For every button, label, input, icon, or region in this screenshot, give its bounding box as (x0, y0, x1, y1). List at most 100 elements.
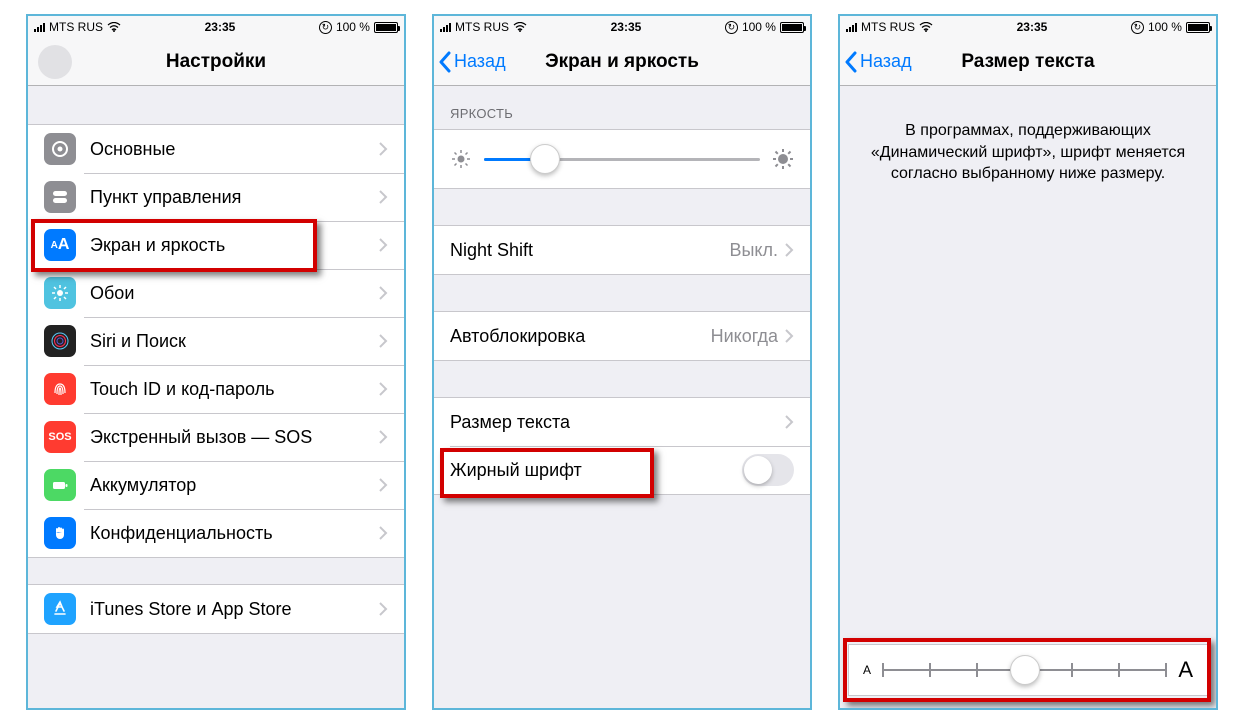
row-value: Никогда (711, 326, 778, 347)
chevron-right-icon (378, 285, 388, 301)
battery-percent: 100 % (742, 20, 776, 34)
large-a-icon: A (1178, 657, 1193, 683)
chevron-right-icon (784, 414, 794, 430)
chevron-right-icon (378, 429, 388, 445)
navbar: Назад Размер текста (840, 38, 1216, 86)
orientation-lock-icon: ↻ (1131, 21, 1144, 34)
page-title: Экран и яркость (545, 51, 699, 73)
row-label: Экран и яркость (90, 235, 378, 256)
orientation-lock-icon: ↻ (319, 21, 332, 34)
display-settings-content[interactable]: ЯРКОСТЬ Night Shift Выкл. Автоб (434, 86, 810, 495)
carrier-label: MTS RUS (455, 20, 509, 34)
row-label: Обои (90, 283, 378, 304)
chevron-right-icon (378, 189, 388, 205)
row-label: Аккумулятор (90, 475, 378, 496)
navbar: Назад Экран и яркость (434, 38, 810, 86)
settings-list[interactable]: Основные Пункт управления AA Экран и ярк… (28, 86, 404, 634)
row-label: Touch ID и код-пароль (90, 379, 378, 400)
row-text-size[interactable]: Размер текста (434, 398, 810, 446)
sos-icon: SOS (44, 421, 76, 453)
fingerprint-icon (44, 373, 76, 405)
row-label: Жирный шрифт (450, 460, 742, 481)
phone-display-brightness: MTS RUS 23:35 ↻ 100 % Назад Экран и ярко… (432, 14, 812, 710)
signal-icon (440, 22, 451, 32)
row-label: Night Shift (450, 240, 729, 261)
row-label: Автоблокировка (450, 326, 711, 347)
chevron-right-icon (378, 601, 388, 617)
profile-avatar[interactable] (38, 45, 72, 79)
text-size-slider[interactable] (883, 669, 1166, 671)
clock-label: 23:35 (611, 20, 642, 34)
page-title: Настройки (166, 51, 266, 73)
battery-icon (44, 469, 76, 501)
orientation-lock-icon: ↻ (725, 21, 738, 34)
row-display-brightness[interactable]: AA Экран и яркость (28, 221, 404, 269)
sun-max-icon (772, 148, 794, 170)
battery-percent: 100 % (1148, 20, 1182, 34)
battery-icon (780, 22, 804, 33)
row-auto-lock[interactable]: Автоблокировка Никогда (434, 312, 810, 360)
battery-icon (1186, 22, 1210, 33)
row-label: Экстренный вызов — SOS (90, 427, 378, 448)
row-control-center[interactable]: Пункт управления (28, 173, 404, 221)
row-wallpaper[interactable]: Обои (28, 269, 404, 317)
wifi-icon (513, 22, 527, 32)
battery-percent: 100 % (336, 20, 370, 34)
row-itunes-appstore[interactable]: iTunes Store и App Store (28, 585, 404, 633)
flower-icon (44, 277, 76, 309)
row-privacy[interactable]: Конфиденциальность (28, 509, 404, 557)
battery-icon (374, 22, 398, 33)
signal-icon (34, 22, 45, 32)
chevron-right-icon (378, 141, 388, 157)
text-size-aa-icon: AA (44, 229, 76, 261)
sun-min-icon (450, 148, 472, 170)
phone-text-size: MTS RUS 23:35 ↻ 100 % Назад Размер текст… (838, 14, 1218, 710)
clock-label: 23:35 (1017, 20, 1048, 34)
back-button[interactable]: Назад (844, 38, 912, 85)
chevron-right-icon (378, 237, 388, 253)
back-label: Назад (860, 51, 912, 72)
chevron-right-icon (784, 328, 794, 344)
text-size-slider-container: A A (848, 644, 1208, 696)
siri-icon (44, 325, 76, 357)
row-label: Пункт управления (90, 187, 378, 208)
toggles-icon (44, 181, 76, 213)
status-bar: MTS RUS 23:35 ↻ 100 % (28, 16, 404, 38)
brightness-header: ЯРКОСТЬ (434, 86, 810, 129)
small-a-icon: A (863, 663, 871, 677)
row-general[interactable]: Основные (28, 125, 404, 173)
wifi-icon (107, 22, 121, 32)
back-button[interactable]: Назад (438, 38, 506, 85)
row-label: Siri и Поиск (90, 331, 378, 352)
appstore-icon (44, 593, 76, 625)
bold-text-toggle[interactable] (742, 454, 794, 486)
phone-settings: MTS RUS 23:35 ↻ 100 % Настройки Основные (26, 14, 406, 710)
hand-icon (44, 517, 76, 549)
brightness-slider[interactable] (484, 158, 760, 161)
row-value: Выкл. (729, 240, 778, 261)
chevron-right-icon (378, 477, 388, 493)
description-text: В программах, поддерживающих «Динамическ… (840, 86, 1216, 195)
row-label: Размер текста (450, 412, 784, 433)
chevron-right-icon (378, 333, 388, 349)
row-bold-text[interactable]: Жирный шрифт (434, 446, 810, 494)
row-siri[interactable]: Siri и Поиск (28, 317, 404, 365)
navbar: Настройки (28, 38, 404, 86)
row-night-shift[interactable]: Night Shift Выкл. (434, 226, 810, 274)
status-bar: MTS RUS 23:35 ↻ 100 % (840, 16, 1216, 38)
chevron-right-icon (784, 242, 794, 258)
wifi-icon (919, 22, 933, 32)
row-sos[interactable]: SOS Экстренный вызов — SOS (28, 413, 404, 461)
clock-label: 23:35 (205, 20, 236, 34)
chevron-right-icon (378, 381, 388, 397)
chevron-right-icon (378, 525, 388, 541)
row-battery[interactable]: Аккумулятор (28, 461, 404, 509)
status-bar: MTS RUS 23:35 ↻ 100 % (434, 16, 810, 38)
brightness-slider-row (434, 129, 810, 189)
carrier-label: MTS RUS (861, 20, 915, 34)
row-touchid[interactable]: Touch ID и код-пароль (28, 365, 404, 413)
signal-icon (846, 22, 857, 32)
row-label: iTunes Store и App Store (90, 599, 378, 620)
page-title: Размер текста (961, 51, 1094, 73)
back-label: Назад (454, 51, 506, 72)
